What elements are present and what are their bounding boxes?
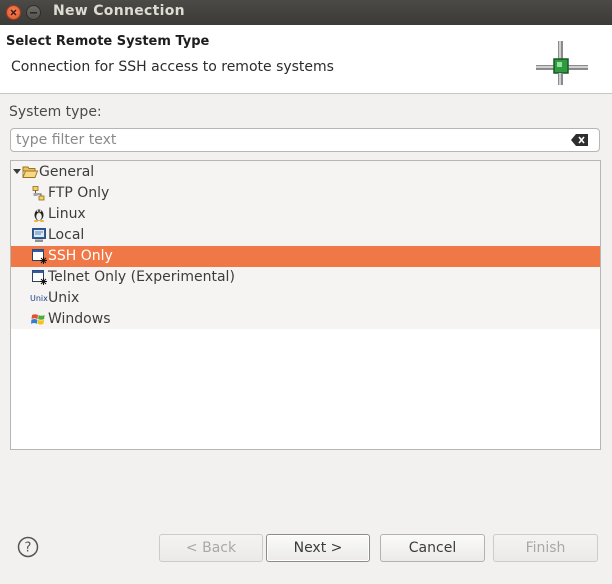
cancel-button[interactable]: Cancel xyxy=(380,534,485,562)
tree-item-windows[interactable]: Windows xyxy=(11,309,600,330)
telnet-terminal-icon xyxy=(32,270,47,285)
filter-input[interactable] xyxy=(16,131,556,149)
tree-item-label: Windows xyxy=(48,311,111,327)
network-connection-icon xyxy=(536,41,588,85)
tree-item-ssh-only[interactable]: SSH Only xyxy=(11,246,600,267)
minimize-window-button[interactable] xyxy=(26,5,41,20)
finish-button[interactable]: Finish xyxy=(493,534,598,562)
close-window-button[interactable] xyxy=(6,5,21,20)
ftp-icon xyxy=(32,186,45,201)
tree-item-linux[interactable]: Linux xyxy=(11,204,600,225)
system-type-label: System type: xyxy=(9,104,102,120)
tree-group-label: General xyxy=(39,164,95,180)
filter-field[interactable] xyxy=(10,128,600,152)
window-title: New Connection xyxy=(53,3,185,19)
local-computer-icon xyxy=(32,228,46,242)
tree-item-label: Telnet Only (Experimental) xyxy=(48,269,235,285)
title-bar: New Connection xyxy=(0,0,612,25)
minimize-icon xyxy=(30,12,37,14)
tree-item-label: SSH Only xyxy=(48,248,113,264)
tree-item-label: Local xyxy=(48,227,85,243)
page-description: Connection for SSH access to remote syst… xyxy=(11,59,334,75)
tree-item-ftp-only[interactable]: FTP Only xyxy=(11,183,600,204)
tree-item-telnet-only[interactable]: Telnet Only (Experimental) xyxy=(11,267,600,288)
tree-item-label: FTP Only xyxy=(48,185,110,201)
page-title: Select Remote System Type xyxy=(6,34,210,49)
tree-item-label: Unix xyxy=(48,290,80,306)
help-icon[interactable]: ? xyxy=(17,536,39,558)
tree-group-general[interactable]: General xyxy=(11,162,600,183)
windows-flag-icon xyxy=(31,314,45,325)
system-type-tree[interactable]: General FTP Only Linux Local SSH Only Te… xyxy=(10,160,601,450)
next-button[interactable]: Next > xyxy=(266,534,370,562)
tree-item-label: Linux xyxy=(48,206,86,222)
ssh-terminal-icon xyxy=(32,249,47,264)
linux-penguin-icon xyxy=(33,209,45,222)
tree-item-unix[interactable]: Unix Unix xyxy=(11,288,600,309)
svg-text:?: ? xyxy=(25,541,32,556)
clear-filter-icon[interactable] xyxy=(571,133,589,147)
expand-arrow-icon[interactable] xyxy=(13,169,21,175)
close-icon xyxy=(10,9,17,16)
folder-open-icon xyxy=(22,166,38,178)
unix-icon: Unix xyxy=(30,294,48,303)
wizard-banner: Select Remote System Type Connection for… xyxy=(0,25,612,94)
back-button[interactable]: < Back xyxy=(159,534,263,562)
tree-item-local[interactable]: Local xyxy=(11,225,600,246)
